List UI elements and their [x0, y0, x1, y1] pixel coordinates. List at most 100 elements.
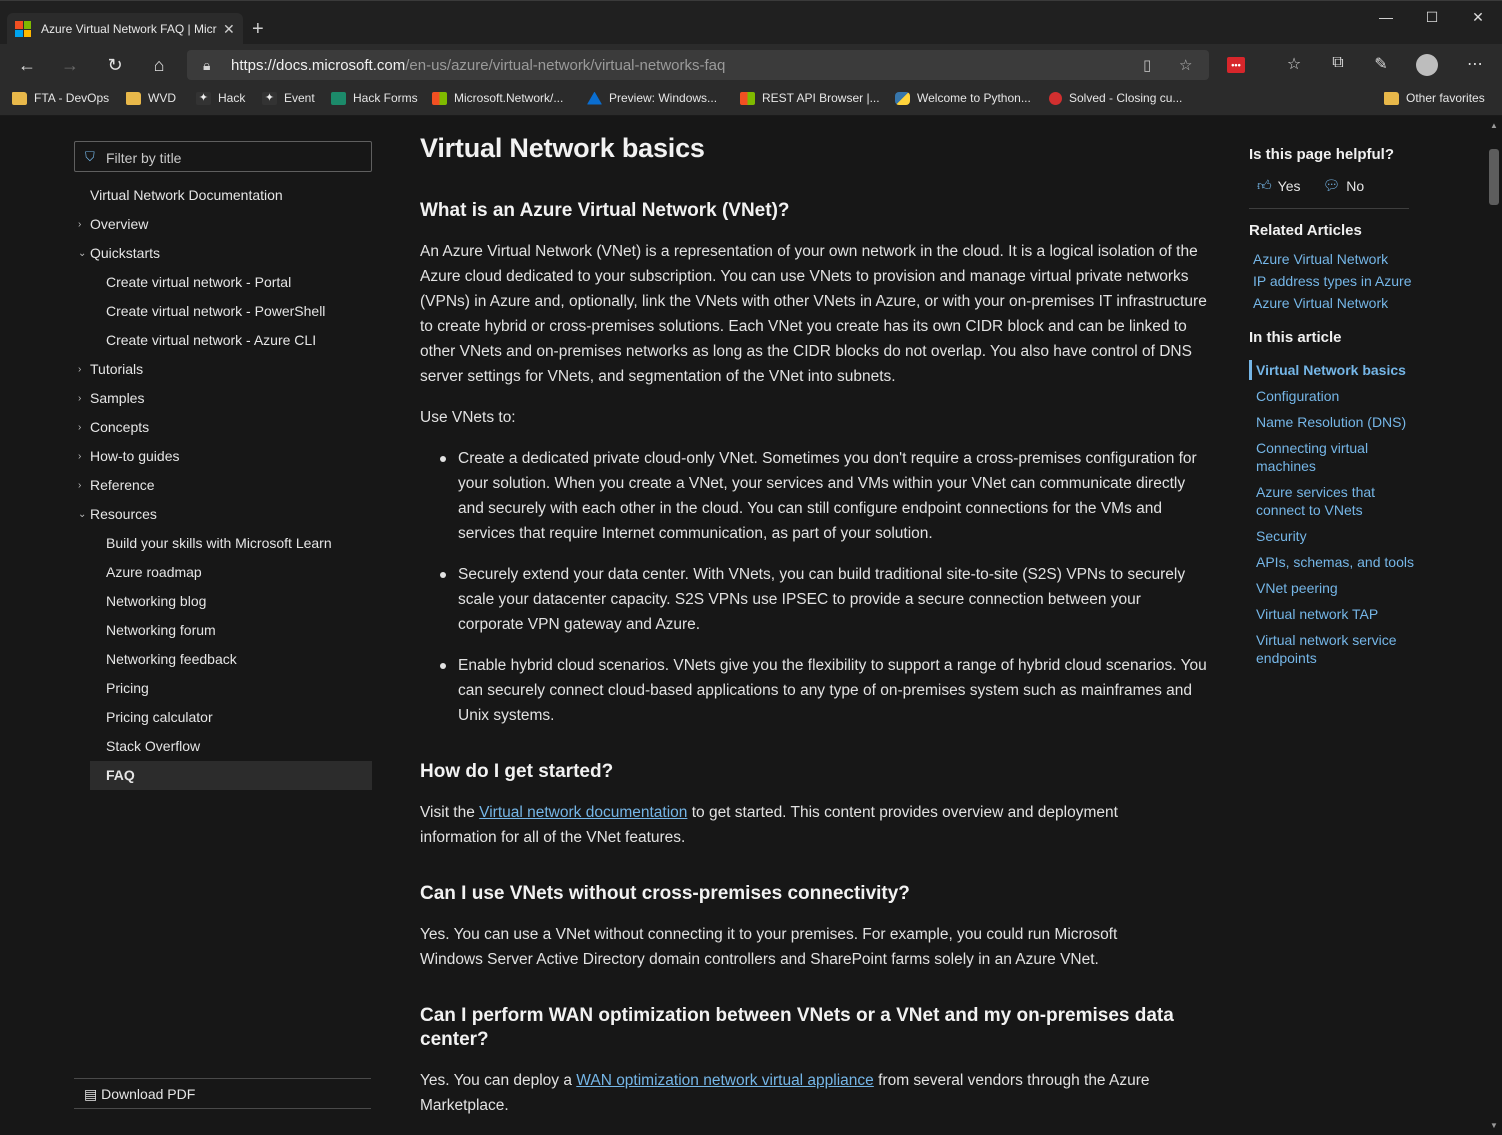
azure-icon [587, 91, 602, 105]
scroll-thumb[interactable] [1489, 149, 1499, 205]
chevron-right-icon[interactable]: › [78, 413, 81, 442]
favorite-item[interactable]: Hack Forms [331, 91, 418, 105]
toc-item[interactable]: Create virtual network - Portal [106, 268, 291, 297]
toc-item-label: FAQ [106, 767, 135, 783]
lock-icon: 🔒︎ [203, 57, 211, 73]
yes-button[interactable]: Yes [1278, 178, 1301, 194]
other-favorites[interactable]: Other favorites [1384, 91, 1485, 105]
settings-more-icon[interactable]: ⋯ [1463, 54, 1487, 74]
toc-item[interactable]: ⌄ Resources [78, 500, 157, 529]
refresh-icon[interactable]: ↻ [103, 54, 127, 76]
favorite-item[interactable]: WVD [126, 91, 176, 105]
close-window-icon[interactable]: ✕ [1463, 9, 1493, 26]
article-toc-link[interactable]: Virtual network TAP [1256, 605, 1416, 623]
toc-item[interactable]: Pricing calculator [106, 703, 213, 732]
chevron-down-icon[interactable]: ⌄ [78, 239, 86, 268]
toc-item[interactable]: › Overview [78, 210, 148, 239]
no-button[interactable]: No [1346, 178, 1364, 194]
scroll-up-icon[interactable]: ▲ [1490, 121, 1498, 130]
toc-item[interactable]: Stack Overflow [106, 732, 200, 761]
virtual-network-docs-link[interactable]: Virtual network documentation [479, 804, 687, 821]
new-tab-icon[interactable]: + [252, 17, 264, 41]
toc-item[interactable]: › Tutorials [78, 355, 143, 384]
favorite-star-icon[interactable]: ☆ [1179, 56, 1192, 74]
toc-item[interactable]: Create virtual network - Azure CLI [106, 326, 316, 355]
article-toc-link[interactable]: VNet peering [1256, 579, 1416, 597]
article-toc-link[interactable]: Virtual network service endpoints [1256, 631, 1406, 667]
microsoft-logo-icon [15, 21, 31, 37]
toc-item-label: Concepts [90, 419, 150, 435]
address-toolbar: ← → ↻ ⌂ 🔒︎ https://docs.microsoft.com/en… [0, 44, 1502, 86]
favorite-item[interactable]: ✦ Event [262, 91, 315, 105]
article-toc-link[interactable]: Security [1256, 527, 1416, 545]
toc-item[interactable]: › Concepts [78, 413, 150, 442]
page-scrollbar[interactable]: ▲ ▼ [1486, 117, 1502, 1135]
toc-item[interactable]: Build your skills with Microsoft Learn [106, 529, 332, 558]
favorite-item[interactable]: REST API Browser |... [740, 91, 880, 105]
article-toc-link[interactable]: Connecting virtual machines [1256, 439, 1386, 475]
home-icon[interactable]: ⌂ [147, 54, 171, 76]
toc-item[interactable]: › How-to guides [78, 442, 180, 471]
favorite-item[interactable]: Solved - Closing cu... [1049, 91, 1182, 105]
toc-item-label: Create virtual network - PowerShell [106, 303, 326, 319]
collections-icon[interactable]: ⧉ [1326, 54, 1350, 72]
feedback-icon[interactable]: ✎ [1369, 54, 1393, 74]
browser-tab[interactable]: Azure Virtual Network FAQ | Microsoft Do… [7, 13, 243, 45]
favorite-item[interactable]: Microsoft.Network/... [432, 91, 563, 105]
scroll-down-icon[interactable]: ▼ [1490, 1121, 1498, 1130]
toc-item[interactable]: Networking forum [106, 616, 216, 645]
favorite-item[interactable]: FTA - DevOps [12, 91, 109, 105]
filter-input[interactable]: ⛉ Filter by title [74, 141, 372, 172]
event-icon: ✦ [262, 91, 277, 105]
chevron-right-icon[interactable]: › [78, 384, 81, 413]
toc-item-label: Samples [90, 390, 145, 406]
paragraph: Use VNets to: [420, 409, 516, 426]
related-article-link[interactable]: Azure Virtual Network [1253, 251, 1388, 267]
chevron-down-icon[interactable]: ⌄ [78, 500, 86, 529]
article-toc-link[interactable]: Configuration [1256, 387, 1416, 405]
favorites-icon[interactable]: ☆ [1282, 54, 1306, 74]
extension-icon[interactable]: ••• [1227, 57, 1245, 73]
article-toc-link[interactable]: Virtual Network basics [1256, 361, 1416, 379]
favorite-item[interactable]: ✦ Hack [196, 91, 245, 105]
toc-item-label: Azure roadmap [106, 564, 202, 580]
faq-question: Can I perform WAN optimization between V… [420, 1005, 1174, 1050]
article-toc-link[interactable]: Name Resolution (DNS) [1256, 413, 1416, 431]
thumbs-down-icon[interactable]: 💬︎ [1322, 177, 1340, 194]
helpful-buttons: 👍︎ Yes 💬︎ No [1257, 177, 1364, 194]
chevron-right-icon[interactable]: › [78, 471, 81, 500]
close-tab-icon[interactable]: ✕ [223, 21, 235, 38]
toc-item[interactable]: Azure roadmap [106, 558, 202, 587]
chevron-right-icon[interactable]: › [78, 210, 81, 239]
toc-item[interactable]: Networking blog [106, 587, 206, 616]
toc-item[interactable]: › Reference [78, 471, 155, 500]
hack-icon: ✦ [196, 91, 211, 105]
profile-avatar[interactable] [1416, 54, 1438, 76]
back-icon[interactable]: ← [15, 54, 39, 76]
article-toc-link[interactable]: Azure services that connect to VNets [1256, 483, 1386, 519]
chevron-right-icon[interactable]: › [78, 442, 81, 471]
download-pdf-button[interactable]: ▤ Download PDF [84, 1086, 195, 1103]
favorite-item[interactable]: Welcome to Python... [895, 91, 1031, 105]
toc-item[interactable]: Create virtual network - PowerShell [106, 297, 325, 326]
toc-item[interactable]: FAQ [90, 761, 372, 790]
url-text: https://docs.microsoft.com/en-us/azure/v… [231, 57, 726, 74]
minimize-icon[interactable]: — [1371, 9, 1401, 25]
toc-item[interactable]: › Samples [78, 384, 145, 413]
toc-item[interactable]: Networking feedback [106, 645, 237, 674]
related-article-link[interactable]: Azure Virtual Network [1253, 295, 1388, 311]
related-article-link[interactable]: IP address types in Azure [1253, 273, 1412, 289]
article-toc-link[interactable]: APIs, schemas, and tools [1256, 553, 1416, 571]
address-bar[interactable]: 🔒︎ https://docs.microsoft.com/en-us/azur… [187, 50, 1209, 80]
toc-item-label: Networking forum [106, 622, 216, 638]
toc-item[interactable]: Pricing [106, 674, 149, 703]
read-aloud-icon[interactable]: ▯ [1143, 56, 1151, 74]
toc-item[interactable]: Virtual Network Documentation [90, 181, 283, 210]
favorite-item[interactable]: Preview: Windows... [587, 91, 717, 105]
forward-icon[interactable]: → [58, 54, 82, 76]
wan-optimization-link[interactable]: WAN optimization network virtual applian… [576, 1072, 874, 1089]
thumbs-up-icon[interactable]: 👍︎ [1257, 177, 1272, 194]
toc-item[interactable]: ⌄ Quickstarts [78, 239, 160, 268]
maximize-icon[interactable]: ☐ [1417, 9, 1447, 26]
chevron-right-icon[interactable]: › [78, 355, 81, 384]
